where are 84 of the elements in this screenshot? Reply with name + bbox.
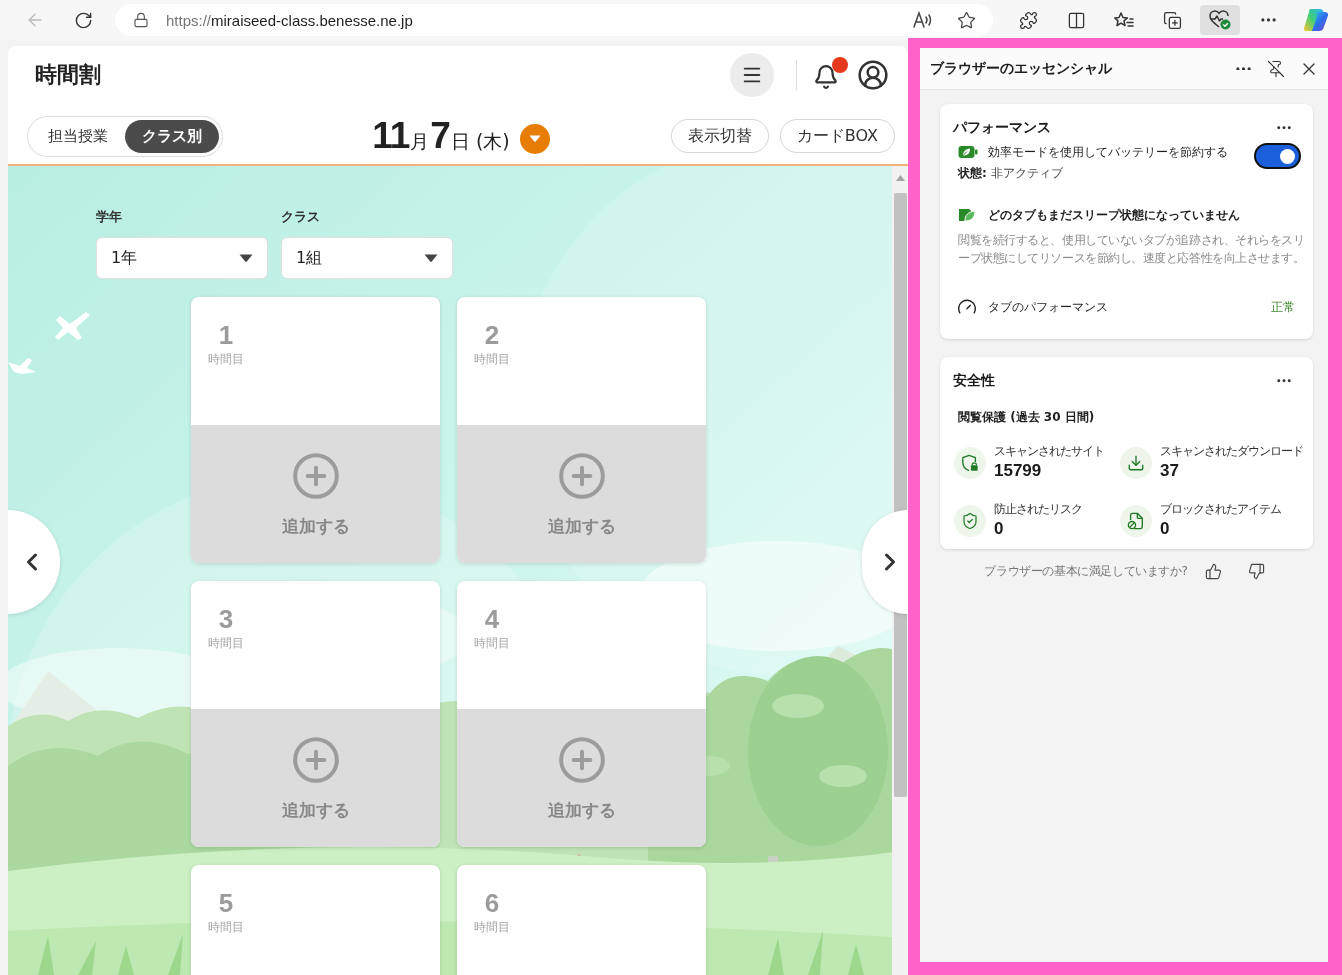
plus-circle-icon (290, 450, 341, 501)
period-label: 時間目 (208, 351, 244, 367)
leaf-battery-icon (958, 145, 978, 159)
status-text: 正常 (1271, 298, 1295, 316)
plus-circle-icon (290, 734, 341, 785)
period-number: 6 (484, 889, 500, 917)
ellipsis-icon (1260, 18, 1276, 22)
star-icon (956, 10, 976, 30)
plus-circle-icon (556, 734, 607, 785)
header-button[interactable]: カードBOX (779, 119, 895, 153)
setting-label: タブのパフォーマンス (988, 298, 1108, 316)
dropdown[interactable]: 1組 (281, 237, 453, 279)
essentials-button[interactable] (1200, 5, 1240, 35)
page-title: 時間割 (35, 61, 102, 89)
thumbs-up-icon (1205, 562, 1223, 580)
dropdown-value: 1組 (296, 247, 323, 269)
caret-icon (239, 253, 253, 263)
section-subtitle: 閲覧保護 (過去 30 日間) (957, 409, 1096, 426)
panel-title: ブラウザーのエッセンシャル (930, 59, 1113, 78)
field-label: クラス (281, 208, 321, 225)
status-text: 状態: 非アクティブ (958, 165, 1064, 182)
period-label: 時間目 (474, 351, 510, 367)
period-number: 3 (218, 605, 234, 633)
setting-label: 効率モードを使用してバッテリーを節約する (988, 143, 1228, 161)
period-label: 時間目 (208, 635, 244, 651)
caret-icon (424, 253, 438, 263)
stat-value: 0 (1160, 518, 1171, 540)
stat-label: スキャンされたサイト (994, 443, 1104, 459)
menu-button[interactable] (730, 53, 774, 97)
plus-circle-icon (556, 450, 607, 501)
period-label: 時間目 (208, 919, 244, 935)
stat-value: 15799 (994, 460, 1043, 482)
card-title: パフォーマンス (953, 119, 1051, 137)
stat-value: 37 (1160, 460, 1180, 482)
ellipsis-icon (1277, 126, 1291, 130)
card-title: 安全性 (953, 372, 995, 390)
read-aloud-icon (913, 11, 933, 29)
period-number: 4 (484, 605, 500, 633)
dropdown-value: 1年 (111, 247, 138, 269)
date-picker-button[interactable] (519, 124, 550, 154)
bell-icon (813, 63, 839, 90)
leaf-icon (958, 207, 976, 223)
period-label: 時間目 (474, 919, 510, 935)
period-number: 5 (218, 889, 234, 917)
split-screen-icon (1066, 10, 1086, 30)
collections-icon (1162, 10, 1182, 30)
gradient-logo-icon (1303, 8, 1329, 32)
download-icon (1120, 446, 1152, 479)
period-number: 2 (484, 321, 500, 349)
period-number: 1 (218, 321, 234, 349)
efficiency-toggle[interactable] (1254, 143, 1301, 169)
info-title: どのタブもまだスリープ状態になっていません (988, 206, 1240, 224)
heart-pulse-icon (1209, 10, 1231, 30)
ellipsis-icon (1277, 379, 1291, 383)
shield-check-icon (954, 504, 986, 537)
view-tab[interactable]: 担当授業 (31, 119, 125, 153)
period-label: 時間目 (474, 635, 510, 651)
star-list-icon (1114, 12, 1134, 28)
caret-icon (528, 135, 541, 143)
url-text: https://miraiseed-class.benesse.ne.jp (166, 11, 414, 29)
feedback-question: ブラウザーの基本に満足していますか? (984, 562, 1188, 580)
lock-icon (133, 12, 149, 28)
field-label: 学年 (96, 208, 123, 225)
stat-value: 0 (994, 518, 1005, 540)
account-button[interactable] (857, 59, 889, 91)
date-heading: 11月 7 日 (木) (372, 115, 510, 157)
header-button[interactable]: 表示切替 (670, 119, 769, 153)
stat-label: ブロックされたアイテム (1160, 501, 1281, 517)
puzzle-icon (1018, 10, 1038, 30)
pin-off-icon (1267, 59, 1285, 78)
ellipsis-icon (1235, 66, 1251, 71)
account-icon (857, 59, 889, 91)
dropdown[interactable]: 1年 (96, 237, 268, 279)
stat-label: スキャンされたダウンロード (1160, 443, 1303, 459)
stat-label: 防止されたリスク (994, 501, 1082, 517)
address-bar[interactable]: https://miraiseed-class.benesse.ne.jp (115, 4, 993, 36)
shield-lock-icon (954, 446, 986, 479)
notifications-button[interactable] (813, 56, 848, 90)
refresh-icon (73, 10, 93, 30)
file-blocked-icon (1120, 504, 1152, 537)
view-tab[interactable]: クラス別 (125, 119, 219, 153)
scroll-up-arrow-icon (895, 175, 905, 181)
info-description: 閲覧を続行すると、使用していないタブが追跡され、それらをスリープ状態にしてリソースを節約し、速度と応答性を向上させます。 (958, 232, 1306, 267)
thumbs-down-icon (1248, 562, 1266, 580)
